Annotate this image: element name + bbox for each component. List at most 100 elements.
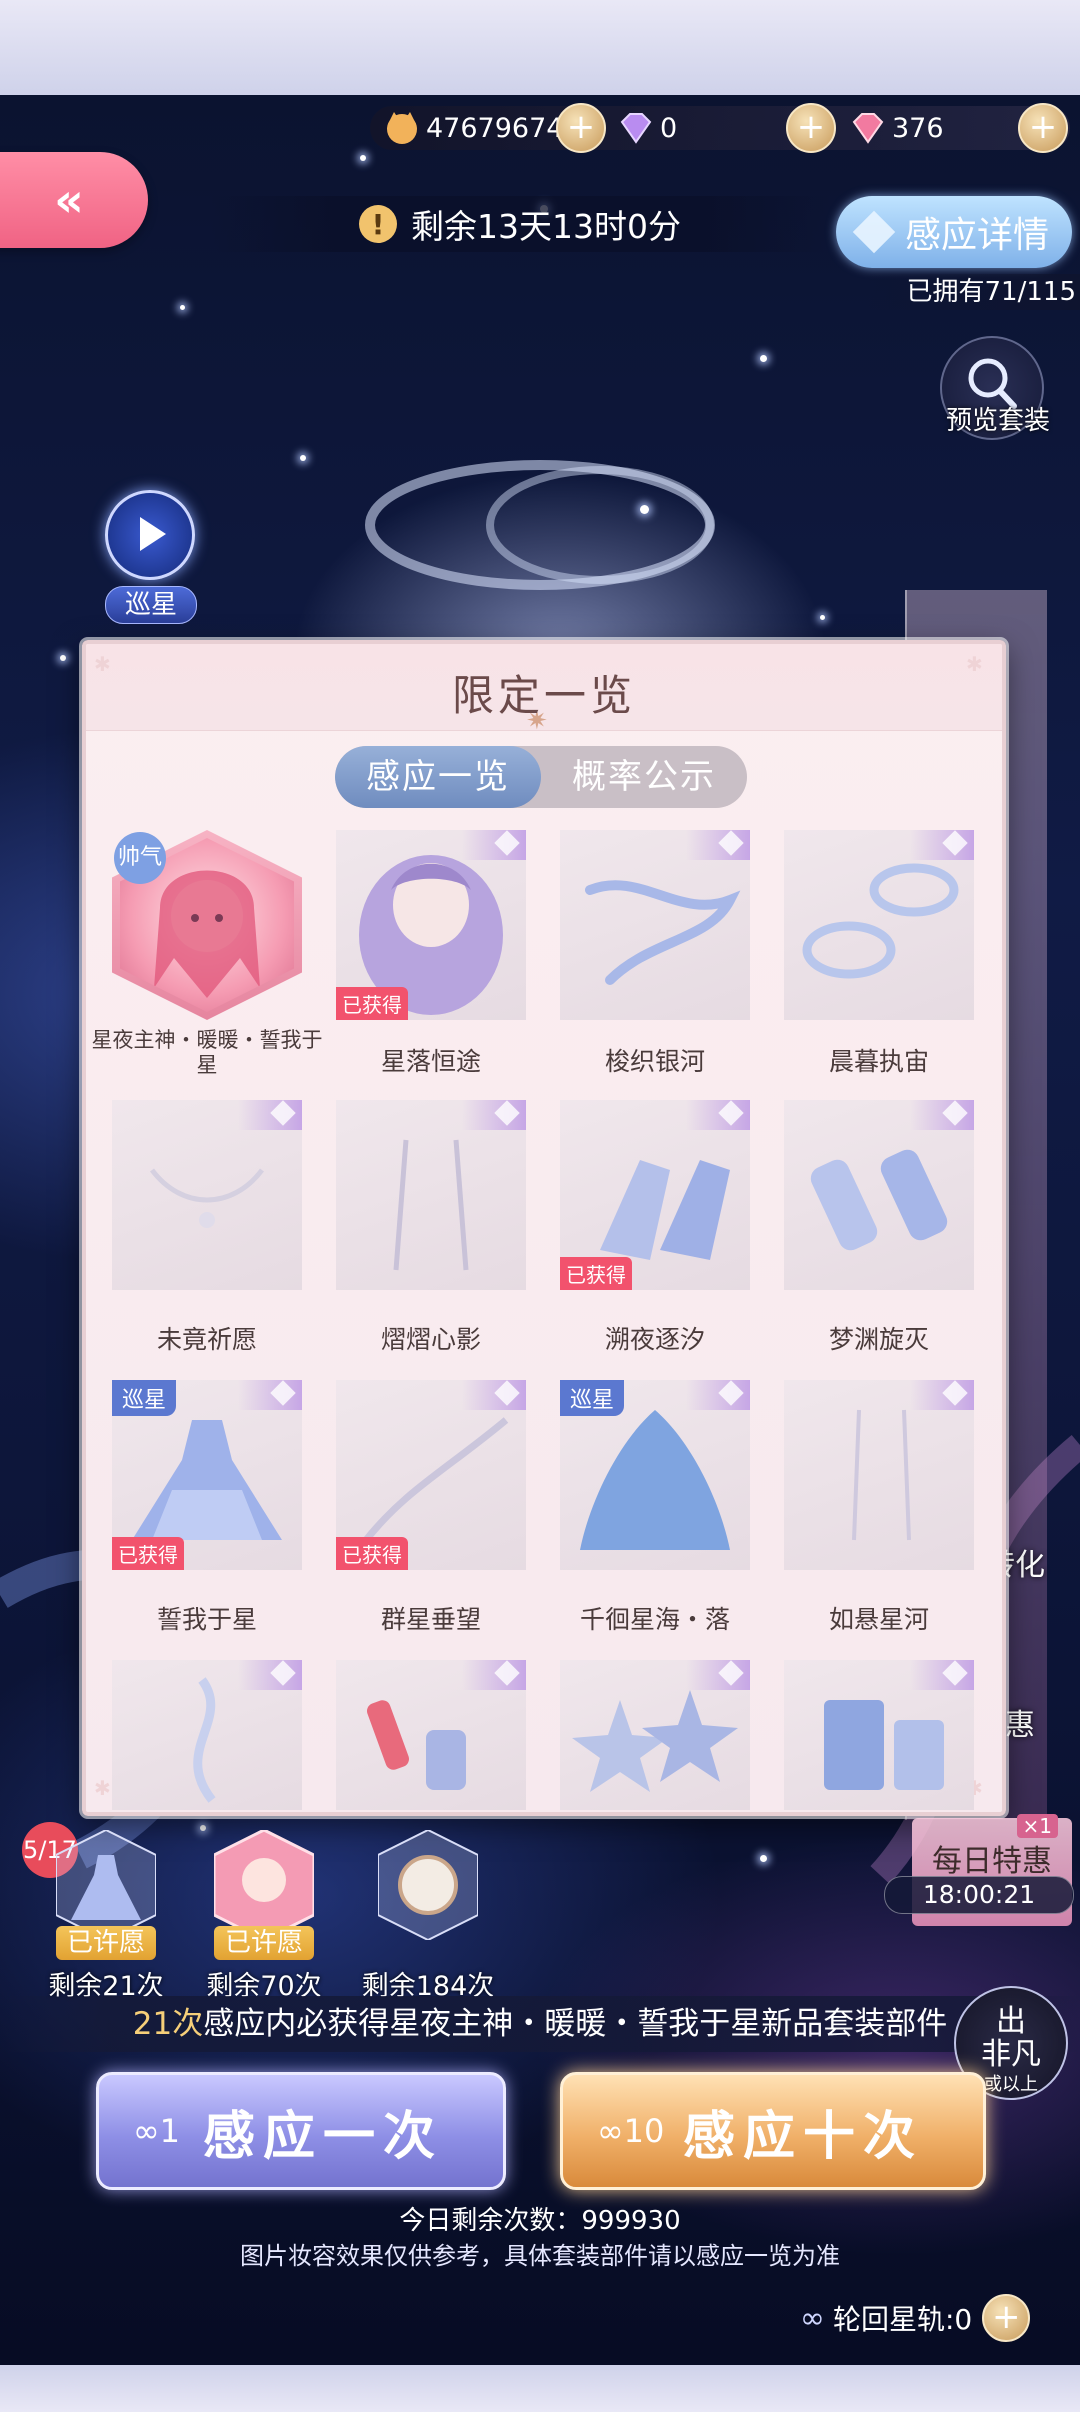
item-name: 梦渊旋灭 bbox=[828, 1325, 929, 1354]
back-chevron-icon: « bbox=[54, 173, 84, 227]
event-timer: ! 剩余13天13时0分 bbox=[210, 196, 830, 252]
draw-ten-label: 感应十次 bbox=[683, 2105, 924, 2167]
owned-badge: 已获得 bbox=[112, 1537, 184, 1570]
add-gems-button[interactable]: + bbox=[1018, 103, 1068, 153]
item-thumbnail bbox=[112, 1660, 302, 1810]
item-card[interactable]: 未竟祈愿 bbox=[112, 1100, 302, 1354]
item-thumbnail: 已获得 bbox=[560, 1100, 750, 1290]
tab-probability[interactable]: 概率公示 bbox=[541, 746, 747, 808]
item-card[interactable]: 晨暮执宙 bbox=[784, 830, 974, 1080]
item-thumbnail bbox=[336, 1100, 526, 1290]
patrol-badge: 巡星 bbox=[560, 1380, 625, 1416]
diamond-balance: 0 bbox=[618, 106, 677, 150]
item-thumbnail bbox=[784, 1660, 974, 1810]
item-thumbnail: 已获得 bbox=[336, 830, 526, 1020]
item-name: 梭织银河 bbox=[604, 1047, 705, 1076]
gem-balance: 376 bbox=[850, 106, 944, 150]
tab-induction-list[interactable]: 感应一览 bbox=[335, 746, 541, 808]
diamond-amount: 0 bbox=[660, 112, 678, 144]
item-card[interactable]: 巡星 千徊星海・落 bbox=[560, 1380, 750, 1634]
detail-button-label: 感应详情 bbox=[904, 215, 1049, 256]
owned-badge: 已获得 bbox=[336, 1537, 408, 1570]
add-diamonds-button[interactable]: + bbox=[786, 103, 836, 153]
item-thumbnail bbox=[784, 830, 974, 1020]
remaining-today: 今日剩余次数：999930 bbox=[399, 2206, 681, 2236]
item-name: 熠熠心影 bbox=[380, 1325, 481, 1354]
item-card[interactable]: 巡星 已获得 誓我于星 bbox=[112, 1380, 302, 1634]
item-thumbnail bbox=[784, 1100, 974, 1290]
coin-balance: 47679674 bbox=[384, 106, 563, 150]
patrol-label: 巡星 bbox=[105, 586, 197, 624]
item-name: 誓我于星 bbox=[156, 1605, 257, 1634]
item-name: 如悬星河 bbox=[828, 1605, 929, 1634]
item-card[interactable]: 如悬星河 bbox=[784, 1380, 974, 1634]
orbit-label: 轮回星轨:0 bbox=[833, 2303, 973, 2336]
dress-reward-icon bbox=[56, 1830, 156, 1940]
item-card[interactable]: 梭织银河 bbox=[560, 830, 750, 1080]
item-thumbnail bbox=[336, 1660, 526, 1810]
portrait-reward-icon bbox=[214, 1830, 314, 1940]
add-coins-button[interactable]: + bbox=[556, 103, 606, 153]
item-thumbnail: 巡星 已获得 bbox=[112, 1380, 302, 1570]
item-name: 溯夜逐汐 bbox=[604, 1325, 705, 1354]
item-card[interactable]: 已获得 群星垂望 bbox=[336, 1380, 526, 1634]
owned-badge: 已获得 bbox=[560, 1257, 632, 1290]
item-name: 星夜主神・暖暖・誓我于星 bbox=[91, 1028, 323, 1077]
daily-deal-title: 每日特惠 bbox=[932, 1844, 1052, 1879]
add-orbit-button[interactable]: + bbox=[982, 2294, 1031, 2342]
item-card[interactable] bbox=[112, 1660, 302, 1810]
item-card[interactable] bbox=[560, 1660, 750, 1810]
warning-icon: ! bbox=[359, 205, 397, 243]
purple-diamond-icon bbox=[620, 113, 652, 144]
infinity-icon: ∞ bbox=[800, 2300, 825, 2336]
item-card[interactable]: 已获得 溯夜逐汐 bbox=[560, 1100, 750, 1354]
item-card[interactable] bbox=[336, 1660, 526, 1810]
daily-deal-countdown: 18:00:21 bbox=[884, 1876, 1074, 1914]
item-thumbnail bbox=[784, 1380, 974, 1570]
guarantee-count: 21次 bbox=[132, 2006, 204, 2042]
item-thumbnail: 已获得 bbox=[336, 1380, 526, 1570]
detail-button[interactable]: 感应详情 bbox=[836, 196, 1072, 268]
draw-ten-button[interactable]: ∞10 感应十次 bbox=[560, 2072, 986, 2190]
back-button[interactable]: « bbox=[0, 152, 148, 248]
star-track-cost: ∞1 bbox=[133, 2112, 181, 2150]
preview-outfit-label: 预览套装 bbox=[945, 406, 1050, 436]
item-thumbnail bbox=[112, 1100, 302, 1290]
cool-style-tag: 帅气 bbox=[114, 832, 166, 884]
item-thumbnail bbox=[560, 1660, 750, 1810]
owned-badge: 已获得 bbox=[336, 987, 408, 1020]
draw-once-button[interactable]: ∞1 感应一次 bbox=[96, 2072, 506, 2190]
item-name: 星落恒途 bbox=[380, 1047, 481, 1076]
play-icon bbox=[140, 517, 166, 551]
panel-tabs: 感应一览 概率公示 bbox=[335, 746, 747, 808]
cat-coin-icon bbox=[387, 112, 417, 144]
item-card[interactable]: 已获得 星落恒途 bbox=[336, 830, 526, 1080]
snowflake-icon: ✱ bbox=[94, 1776, 111, 1800]
item-name: 千徊星海・落 bbox=[579, 1605, 730, 1634]
item-card[interactable]: 熠熠心影 bbox=[336, 1100, 526, 1354]
gem-amount: 376 bbox=[892, 112, 944, 144]
item-name: 晨暮执宙 bbox=[828, 1047, 929, 1076]
patrol-play-button[interactable] bbox=[105, 490, 195, 580]
item-name: 未竟祈愿 bbox=[156, 1325, 257, 1354]
item-name: 群星垂望 bbox=[380, 1605, 481, 1634]
panel-title: 限定一览 bbox=[451, 671, 636, 720]
top-border bbox=[0, 0, 1080, 95]
star-track-cost: ∞10 bbox=[597, 2112, 665, 2150]
item-thumbnail bbox=[560, 830, 750, 1020]
daily-deal-count: ×1 bbox=[1016, 1814, 1058, 1838]
item-card[interactable] bbox=[784, 1660, 974, 1810]
owned-count: 已拥有71/115 bbox=[866, 274, 1080, 310]
diamond-icon bbox=[852, 210, 896, 254]
coin-amount: 47679674 bbox=[426, 112, 564, 144]
item-thumbnail: 巡星 bbox=[560, 1380, 750, 1570]
timer-text: 剩余13天13时0分 bbox=[411, 207, 681, 246]
item-card[interactable]: 梦渊旋灭 bbox=[784, 1100, 974, 1354]
disclaimer: 图片妆容效果仅供参考，具体套装部件请以感应一览为准 bbox=[240, 2242, 840, 2270]
item-card-hero[interactable]: 帅气 星夜主神・暖暖・誓我于星 bbox=[92, 830, 323, 1080]
limited-list-panel: ✱ ✱ ✷ ✱ ✱ 限定一览 感应一览 概率公示 帅气 星夜主神・暖暖・誓我于星 bbox=[82, 640, 1006, 1816]
draw-once-label: 感应一次 bbox=[203, 2105, 444, 2167]
wished-status: 已许愿 bbox=[214, 1926, 314, 1960]
medal-reward-icon bbox=[378, 1830, 478, 1940]
wished-status: 已许愿 bbox=[56, 1926, 156, 1960]
